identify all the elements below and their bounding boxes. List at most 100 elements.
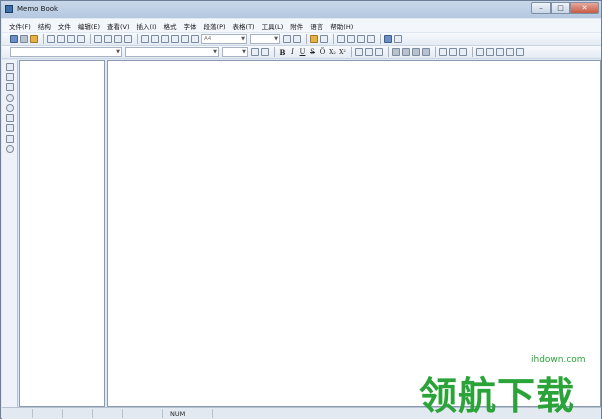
new-icon[interactable] [6, 73, 14, 81]
undo-icon[interactable] [94, 35, 102, 43]
save-icon[interactable] [6, 135, 14, 143]
superscript-button[interactable]: X² [338, 48, 347, 57]
color-icon[interactable] [30, 35, 38, 43]
toolbar-separator [137, 34, 138, 44]
menu-file[interactable]: 文件(F) [9, 21, 31, 31]
find-icon[interactable] [124, 35, 132, 43]
subscript-button[interactable]: X₂ [328, 48, 337, 57]
menu-view[interactable]: 查看(V) [107, 21, 130, 31]
paste-icon[interactable] [114, 35, 122, 43]
menu-language[interactable]: 语言 [310, 21, 323, 31]
menu-attachment[interactable]: 附件 [290, 21, 303, 31]
chevron-down-icon: ▼ [242, 49, 246, 55]
search-icon[interactable] [6, 104, 14, 112]
image-icon[interactable] [337, 35, 345, 43]
page-icon[interactable] [171, 35, 179, 43]
delete-icon[interactable] [6, 94, 14, 102]
status-cell [122, 409, 123, 418]
page-icon[interactable] [191, 35, 199, 43]
table-icon[interactable] [151, 35, 159, 43]
zoom-fit-icon[interactable] [283, 35, 291, 43]
zoom-page-icon[interactable] [293, 35, 301, 43]
bold-button[interactable]: B [278, 48, 287, 57]
down-icon[interactable] [6, 124, 14, 132]
font-name-select[interactable]: ▼ [10, 47, 122, 57]
indent-icon[interactable] [439, 48, 447, 56]
spell-icon[interactable] [384, 35, 392, 43]
delete-icon[interactable] [367, 35, 375, 43]
overline-button[interactable]: Ö [318, 48, 327, 57]
up-icon[interactable] [6, 114, 14, 122]
minimize-button[interactable]: – [531, 2, 551, 14]
italic-button[interactable]: I [288, 48, 297, 57]
open-icon[interactable] [10, 35, 18, 43]
list-icon[interactable] [355, 48, 363, 56]
menu-table[interactable]: 表格(T) [233, 21, 255, 31]
highlight-icon[interactable] [261, 48, 269, 56]
menu-document[interactable]: 文件 [58, 21, 71, 31]
table-icon[interactable] [506, 48, 514, 56]
watermark-text: 领航下载 [419, 374, 576, 418]
image-icon[interactable] [357, 35, 365, 43]
align-justify-icon[interactable] [422, 48, 430, 56]
line-icon[interactable] [320, 35, 328, 43]
tree-icon[interactable] [6, 63, 14, 71]
toolbar-separator [274, 47, 275, 57]
brush-icon[interactable] [375, 48, 383, 56]
menu-paragraph[interactable]: 段落(P) [204, 21, 226, 31]
toolbar-separator [380, 34, 381, 44]
outdent-icon[interactable] [459, 48, 467, 56]
maximize-button[interactable]: □ [551, 2, 570, 14]
menu-font[interactable]: 字体 [184, 21, 197, 31]
align-center-icon[interactable] [402, 48, 410, 56]
table-icon[interactable] [496, 48, 504, 56]
title-bar: Memo Book – □ ✕ [1, 1, 601, 18]
status-cell [92, 409, 93, 418]
line-icon[interactable] [394, 35, 402, 43]
list-icon[interactable] [365, 48, 373, 56]
page-icon[interactable] [181, 35, 189, 43]
redo-icon[interactable] [104, 35, 112, 43]
menu-structure[interactable]: 结构 [38, 21, 51, 31]
toolbar-separator [472, 47, 473, 57]
copy-icon[interactable] [77, 35, 85, 43]
style-select[interactable]: ▼ [125, 47, 219, 57]
table-icon[interactable] [486, 48, 494, 56]
menu-insert[interactable]: 插入(I) [137, 21, 157, 31]
table-icon[interactable] [476, 48, 484, 56]
link-icon[interactable] [6, 83, 14, 91]
line-icon[interactable] [347, 35, 355, 43]
save-icon[interactable] [20, 35, 28, 43]
color-fill-icon[interactable] [310, 35, 318, 43]
page-icon[interactable] [161, 35, 169, 43]
page-icon[interactable] [141, 35, 149, 43]
strikethrough-button[interactable]: S [308, 48, 317, 57]
align-right-icon[interactable] [412, 48, 420, 56]
cut-icon[interactable] [67, 35, 75, 43]
globe-icon[interactable] [6, 145, 14, 153]
menu-help[interactable]: 帮助(H) [330, 21, 353, 31]
save-all-icon[interactable] [47, 35, 55, 43]
page-size-select[interactable]: A4 ▼ [201, 34, 247, 44]
menu-edit[interactable]: 编辑(E) [78, 21, 100, 31]
table-icon[interactable] [516, 48, 524, 56]
toolbar-separator [435, 47, 436, 57]
menu-format[interactable]: 格式 [164, 21, 177, 31]
chevron-down-icon: ▼ [274, 36, 278, 42]
font-color-icon[interactable] [251, 48, 259, 56]
align-left-icon[interactable] [392, 48, 400, 56]
watermark-url: ihdown.com [531, 355, 586, 365]
status-cell [62, 409, 63, 418]
app-window: Memo Book – □ ✕ 文件(F) 结构 文件 编辑(E) 查看(V) … [0, 0, 602, 419]
font-size-select[interactable]: ▼ [222, 47, 248, 57]
underline-button[interactable]: U [298, 48, 307, 57]
chevron-down-icon: ▼ [241, 36, 245, 42]
zoom-select[interactable]: ▼ [250, 34, 280, 44]
close-button[interactable]: ✕ [570, 2, 599, 14]
indent-icon[interactable] [449, 48, 457, 56]
print-icon[interactable] [57, 35, 65, 43]
status-cell [32, 409, 33, 418]
tree-panel[interactable] [19, 60, 105, 407]
left-icon-strip [2, 60, 18, 407]
menu-tools[interactable]: 工具(L) [262, 21, 284, 31]
